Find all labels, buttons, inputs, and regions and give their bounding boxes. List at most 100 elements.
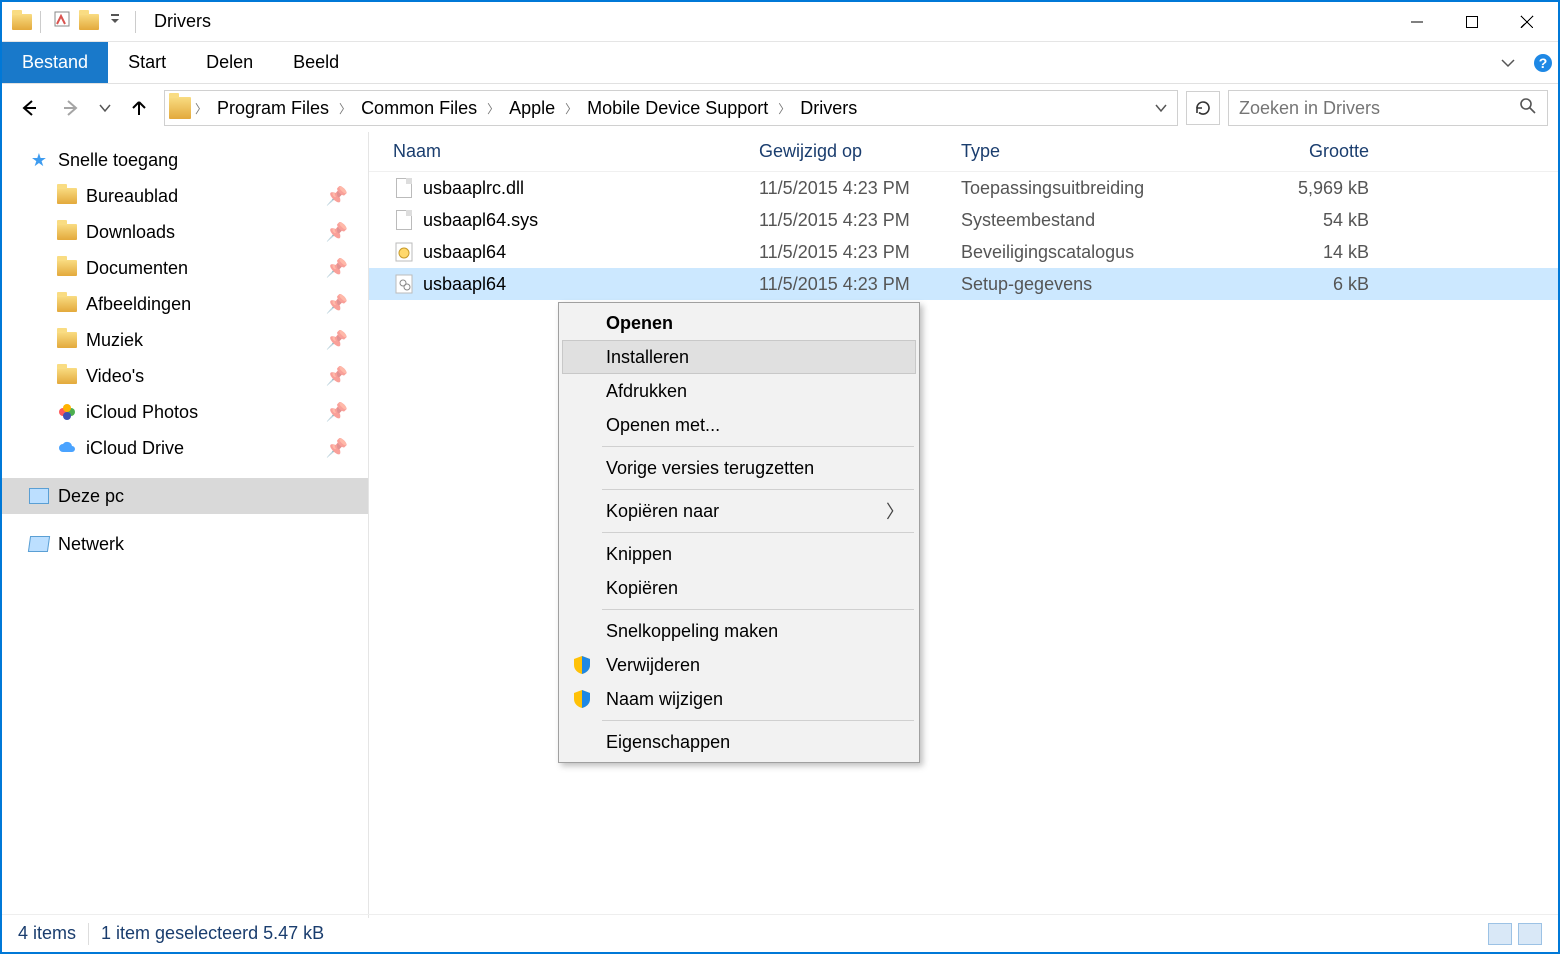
column-header-size[interactable]: Grootte: [1251, 141, 1369, 162]
pin-icon: 📌: [326, 186, 348, 207]
title-bar: Drivers: [2, 2, 1558, 42]
status-selected-count: 1 item geselecteerd 5.47 kB: [101, 923, 324, 944]
up-button[interactable]: [122, 91, 156, 125]
file-size: 5,969 kB: [1251, 178, 1369, 199]
file-row[interactable]: usbaaplrc.dll 11/5/2015 4:23 PM Toepassi…: [369, 172, 1558, 204]
address-dropdown-icon[interactable]: [1149, 98, 1173, 119]
file-row[interactable]: usbaapl64 11/5/2015 4:23 PM Beveiligings…: [369, 236, 1558, 268]
view-thumbnails-button[interactable]: [1518, 923, 1542, 945]
column-header-type[interactable]: Type: [961, 141, 1251, 162]
file-type: Systeembestand: [961, 210, 1251, 231]
chevron-right-icon[interactable]: 〉: [776, 100, 792, 117]
menu-item-create-shortcut[interactable]: Snelkoppeling maken: [562, 614, 916, 648]
sidebar-item-downloads[interactable]: Downloads📌: [2, 214, 368, 250]
breadcrumb-segment[interactable]: Program Files: [209, 98, 337, 119]
file-size: 6 kB: [1251, 274, 1369, 295]
folder-icon: [56, 185, 78, 207]
close-button[interactable]: [1499, 4, 1554, 39]
file-size: 14 kB: [1251, 242, 1369, 263]
address-bar[interactable]: 〉 Program Files 〉 Common Files 〉 Apple 〉…: [164, 90, 1178, 126]
history-dropdown-icon[interactable]: [96, 91, 114, 125]
menu-item-rename[interactable]: Naam wijzigen: [562, 682, 916, 716]
folder-icon: [12, 14, 32, 30]
menu-item-print[interactable]: Afdrukken: [562, 374, 916, 408]
folder-icon: [56, 293, 78, 315]
chevron-right-icon[interactable]: 〉: [563, 100, 579, 117]
breadcrumb-segment[interactable]: Common Files: [353, 98, 485, 119]
chevron-right-icon: 〉: [886, 498, 904, 524]
sidebar-item-documents[interactable]: Documenten📌: [2, 250, 368, 286]
menu-item-label: Kopiëren naar: [606, 501, 719, 522]
folder-icon: [56, 221, 78, 243]
tab-bestand[interactable]: Bestand: [2, 42, 108, 83]
ribbon-expand-icon[interactable]: [1488, 42, 1528, 83]
menu-item-cut[interactable]: Knippen: [562, 537, 916, 571]
tab-beeld[interactable]: Beeld: [273, 42, 359, 83]
search-input[interactable]: [1239, 98, 1519, 119]
help-icon[interactable]: ?: [1528, 42, 1558, 83]
navigation-pane: ★ Snelle toegang Bureaublad📌 Downloads📌 …: [2, 132, 368, 918]
window-title: Drivers: [154, 11, 1389, 32]
menu-item-copy-to[interactable]: Kopiëren naar 〉: [562, 494, 916, 528]
sidebar-item-videos[interactable]: Video's📌: [2, 358, 368, 394]
cloud-icon: [56, 437, 78, 459]
search-box[interactable]: [1228, 90, 1548, 126]
sidebar-item-icloud-photos[interactable]: iCloud Photos📌: [2, 394, 368, 430]
chevron-right-icon[interactable]: 〉: [337, 100, 353, 117]
folder-icon[interactable]: [79, 14, 99, 30]
menu-separator: [602, 720, 914, 721]
sidebar-item-icloud-drive[interactable]: iCloud Drive📌: [2, 430, 368, 466]
chevron-right-icon[interactable]: 〉: [193, 100, 209, 117]
quick-access-toolbar: [6, 10, 140, 33]
sidebar-item-network[interactable]: Netwerk: [2, 526, 368, 562]
file-size: 54 kB: [1251, 210, 1369, 231]
back-button[interactable]: [12, 91, 46, 125]
maximize-button[interactable]: [1444, 4, 1499, 39]
sidebar-item-this-pc[interactable]: Deze pc: [2, 478, 368, 514]
file-icon: [393, 209, 415, 231]
properties-icon[interactable]: [49, 10, 75, 33]
qat-dropdown-icon[interactable]: [103, 11, 127, 32]
column-headers: Naam Gewijzigd op Type Grootte: [369, 132, 1558, 172]
pin-icon: 📌: [326, 366, 348, 387]
chevron-right-icon[interactable]: 〉: [485, 100, 501, 117]
folder-icon: [56, 329, 78, 351]
breadcrumb-segment[interactable]: Apple: [501, 98, 563, 119]
menu-item-properties[interactable]: Eigenschappen: [562, 725, 916, 759]
sidebar-item-label: Netwerk: [58, 534, 124, 555]
file-row[interactable]: usbaapl64 11/5/2015 4:23 PM Setup-gegeve…: [369, 268, 1558, 300]
status-item-count: 4 items: [18, 923, 76, 944]
breadcrumb-segment[interactable]: Drivers: [792, 98, 865, 119]
sidebar-item-label: Bureaublad: [86, 186, 178, 207]
file-type: Setup-gegevens: [961, 274, 1251, 295]
sidebar-item-desktop[interactable]: Bureaublad 📌: [2, 178, 368, 214]
menu-item-copy[interactable]: Kopiëren: [562, 571, 916, 605]
menu-item-open[interactable]: Openen: [562, 306, 916, 340]
sidebar-item-quick-access[interactable]: ★ Snelle toegang: [2, 142, 368, 178]
menu-item-install[interactable]: Installeren: [562, 340, 916, 374]
menu-item-open-with[interactable]: Openen met...: [562, 408, 916, 442]
menu-item-restore-versions[interactable]: Vorige versies terugzetten: [562, 451, 916, 485]
sidebar-item-music[interactable]: Muziek📌: [2, 322, 368, 358]
forward-button[interactable]: [54, 91, 88, 125]
refresh-button[interactable]: [1186, 91, 1220, 125]
view-details-button[interactable]: [1488, 923, 1512, 945]
status-separator: [88, 923, 89, 945]
file-name: usbaaplrc.dll: [415, 178, 759, 199]
file-row[interactable]: usbaapl64.sys 11/5/2015 4:23 PM Systeemb…: [369, 204, 1558, 236]
column-header-name[interactable]: Naam: [393, 141, 759, 162]
breadcrumb-segment[interactable]: Mobile Device Support: [579, 98, 776, 119]
tab-delen[interactable]: Delen: [186, 42, 273, 83]
menu-item-label: Naam wijzigen: [606, 689, 723, 710]
menu-separator: [602, 446, 914, 447]
tab-start[interactable]: Start: [108, 42, 186, 83]
menu-item-label: Verwijderen: [606, 655, 700, 676]
sidebar-item-pictures[interactable]: Afbeeldingen📌: [2, 286, 368, 322]
menu-item-delete[interactable]: Verwijderen: [562, 648, 916, 682]
window-controls: [1389, 4, 1554, 39]
search-icon[interactable]: [1519, 97, 1537, 120]
file-icon: [393, 177, 415, 199]
minimize-button[interactable]: [1389, 4, 1444, 39]
file-name: usbaapl64.sys: [415, 210, 759, 231]
column-header-modified[interactable]: Gewijzigd op: [759, 141, 961, 162]
